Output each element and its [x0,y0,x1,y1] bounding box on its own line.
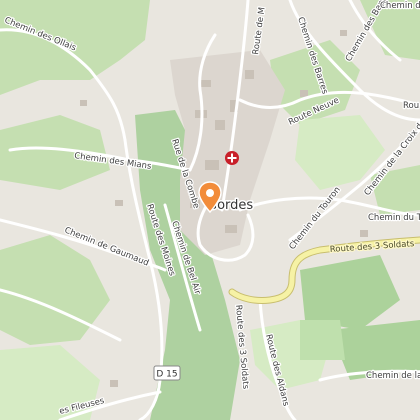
road-shield-label: D 15 [156,370,177,380]
map-view[interactable]: Chemin des Ollais Route de M Chemin des … [0,0,420,420]
map-canvas[interactable]: Chemin des Ollais Route de M Chemin des … [0,0,420,420]
road-label-route-east: Rou [403,101,419,111]
road-label-chemin-de-la-bas: Chemin de la Bas [366,371,420,381]
road-label-chemin-des-imberts: Chemin des Imberts [380,1,420,11]
pharmacy-cross-icon[interactable] [225,151,239,165]
road-label-chemin-du-touron-2: Chemin du To [368,213,420,223]
road-shield-d15: D 15 [153,365,181,381]
